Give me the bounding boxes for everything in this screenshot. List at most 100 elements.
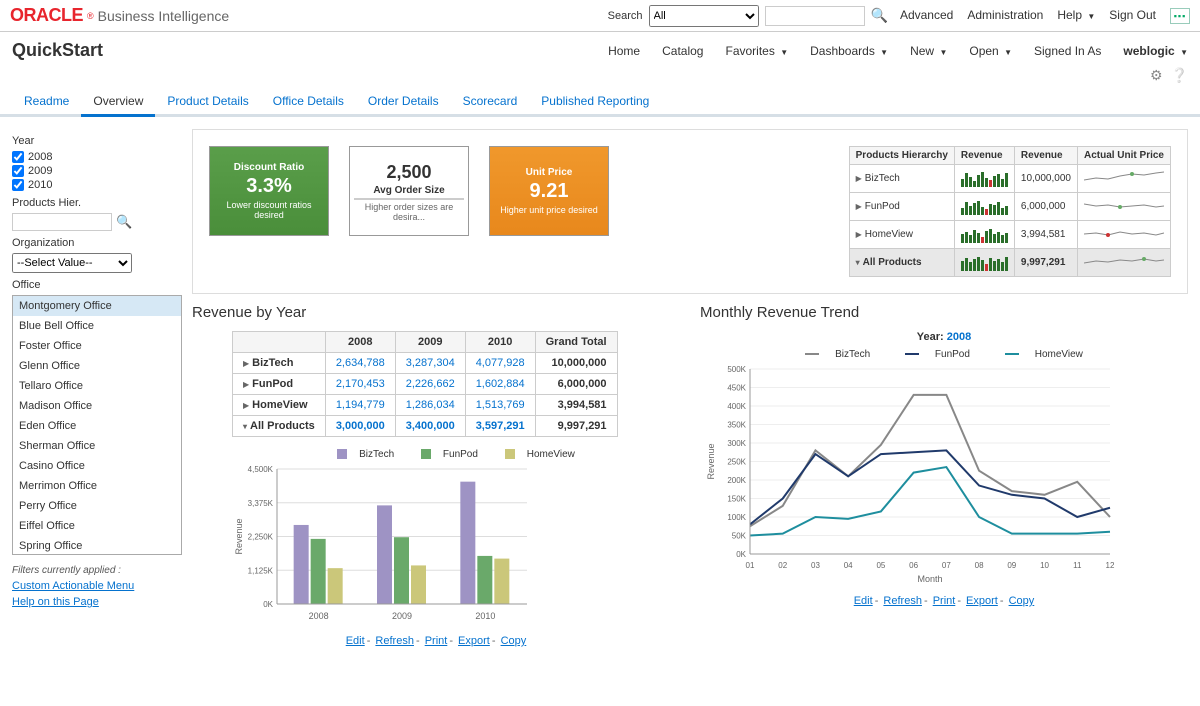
office-item[interactable]: Casino Office	[13, 456, 181, 476]
organization-select[interactable]: --Select Value--	[12, 253, 132, 273]
search-icon[interactable]: 🔍	[871, 7, 888, 24]
svg-text:2009: 2009	[392, 611, 412, 621]
nav-new[interactable]: New ▼	[910, 44, 947, 58]
expand-icon[interactable]: ▶	[856, 230, 862, 239]
products-hier-input[interactable]	[12, 213, 112, 231]
office-item[interactable]: Madison Office	[13, 396, 181, 416]
expand-icon[interactable]: ▶	[856, 202, 862, 211]
export-link[interactable]: Export	[966, 595, 998, 607]
office-item[interactable]: Blue Bell Office	[13, 316, 181, 336]
svg-text:450K: 450K	[727, 384, 746, 393]
copy-link[interactable]: Copy	[1009, 595, 1035, 607]
table-row[interactable]: ▶HomeView 3,994,581	[849, 221, 1170, 249]
collapse-icon[interactable]: ▾	[856, 258, 860, 267]
office-item[interactable]: Montgomery Office	[13, 296, 181, 316]
app-switcher-icon[interactable]: ▪▪▪	[1170, 8, 1190, 24]
tab-office-details[interactable]: Office Details	[261, 88, 356, 114]
tab-overview[interactable]: Overview	[81, 88, 155, 117]
year-2009-checkbox[interactable]: 2009	[12, 165, 182, 177]
col-2010[interactable]: 2010	[465, 332, 535, 353]
nav-favorites[interactable]: Favorites ▼	[725, 44, 788, 58]
custom-actionable-menu-link[interactable]: Custom Actionable Menu	[12, 580, 182, 592]
col-2008[interactable]: 2008	[325, 332, 395, 353]
col-revenue-bars[interactable]: Revenue	[954, 147, 1014, 165]
table-row[interactable]: ▶FunPod 6,000,000	[849, 193, 1170, 221]
refresh-link[interactable]: Refresh	[883, 595, 922, 607]
col-2009[interactable]: 2009	[395, 332, 465, 353]
tab-scorecard[interactable]: Scorecard	[451, 88, 530, 114]
office-item[interactable]: Perry Office	[13, 496, 181, 516]
copy-link[interactable]: Copy	[501, 635, 527, 647]
svg-text:11: 11	[1073, 561, 1082, 570]
table-row-total[interactable]: ▾All Products 9,997,291	[849, 249, 1170, 277]
kpi-avg-order-size[interactable]: 2,500 Avg Order Size Higher order sizes …	[349, 146, 469, 236]
year-2010-checkbox[interactable]: 2010	[12, 179, 182, 191]
edit-link[interactable]: Edit	[854, 595, 873, 607]
print-link[interactable]: Print	[425, 635, 448, 647]
col-grand-total[interactable]: Grand Total	[535, 332, 617, 353]
tab-readme[interactable]: Readme	[12, 88, 81, 114]
svg-text:1,125K: 1,125K	[248, 566, 274, 575]
svg-text:50K: 50K	[732, 532, 747, 541]
global-header: ORACLE® Business Intelligence Search All…	[0, 0, 1200, 32]
nav-open[interactable]: Open ▼	[969, 44, 1012, 58]
product-name: Business Intelligence	[98, 8, 230, 24]
search-icon[interactable]: 🔍	[116, 214, 132, 230]
page-subheader: QuickStart Home Catalog Favorites ▼ Dash…	[0, 32, 1200, 67]
svg-text:06: 06	[909, 561, 918, 570]
nav-dashboards[interactable]: Dashboards ▼	[810, 44, 888, 58]
office-item[interactable]: Eden Office	[13, 416, 181, 436]
tab-published-reporting[interactable]: Published Reporting	[529, 88, 661, 114]
gear-icon[interactable]: ⚙	[1150, 67, 1163, 84]
line-chart-svg: 0K50K100K150K200K250K300K350K400K450K500…	[700, 364, 1120, 584]
nav-catalog[interactable]: Catalog	[662, 44, 703, 58]
signed-in-label: Signed In As	[1034, 44, 1101, 58]
kpi-discount-ratio[interactable]: Discount Ratio 3.3% Lower discount ratio…	[209, 146, 329, 236]
tab-product-details[interactable]: Product Details	[155, 88, 260, 114]
office-item[interactable]: Foster Office	[13, 336, 181, 356]
col-products-hierarchy[interactable]: Products Hierarchy	[849, 147, 954, 165]
office-item[interactable]: Tellaro Office	[13, 376, 181, 396]
export-link[interactable]: Export	[458, 635, 490, 647]
tab-order-details[interactable]: Order Details	[356, 88, 451, 114]
administration-link[interactable]: Administration	[967, 8, 1043, 24]
user-menu[interactable]: weblogic ▼	[1123, 44, 1188, 58]
print-link[interactable]: Print	[933, 595, 956, 607]
office-item[interactable]: Eiffel Office	[13, 516, 181, 536]
svg-text:2,250K: 2,250K	[248, 533, 274, 542]
year-2008-checkbox[interactable]: 2008	[12, 151, 182, 163]
help-page-link[interactable]: Help on this Page	[12, 596, 182, 608]
table-row-total[interactable]: ▾All Products3,000,0003,400,0003,597,291…	[233, 416, 618, 437]
svg-text:09: 09	[1007, 561, 1016, 570]
nav-home[interactable]: Home	[608, 44, 640, 58]
advanced-link[interactable]: Advanced	[900, 8, 953, 24]
office-item[interactable]: Glenn Office	[13, 356, 181, 376]
table-row[interactable]: ▶BizTech 10,000,000	[849, 165, 1170, 193]
table-row[interactable]: ▶FunPod2,170,4532,226,6621,602,8846,000,…	[233, 374, 618, 395]
col-revenue[interactable]: Revenue	[1014, 147, 1077, 165]
svg-text:08: 08	[975, 561, 984, 570]
revenue-by-year-panel: Revenue by Year 2008 2009 2010 Grand Tot…	[192, 304, 680, 647]
office-item[interactable]: Sherman Office	[13, 436, 181, 456]
kpi-panel: Discount Ratio 3.3% Lower discount ratio…	[192, 129, 1188, 294]
table-row[interactable]: ▶BizTech2,634,7883,287,3044,077,92810,00…	[233, 353, 618, 374]
search-scope-select[interactable]: All	[649, 5, 759, 27]
panel-title: Monthly Revenue Trend	[700, 304, 1188, 321]
signout-link[interactable]: Sign Out	[1109, 8, 1156, 24]
office-item[interactable]: Merrimon Office	[13, 476, 181, 496]
svg-text:0K: 0K	[736, 550, 746, 559]
expand-icon[interactable]: ▶	[856, 174, 862, 183]
help-icon[interactable]: ❔	[1171, 67, 1188, 84]
col-unit-price[interactable]: Actual Unit Price	[1077, 147, 1170, 165]
office-list[interactable]: Montgomery Office Blue Bell Office Foste…	[12, 295, 182, 555]
organization-label: Organization	[12, 237, 182, 249]
help-link[interactable]: Help ▼	[1057, 8, 1095, 24]
refresh-link[interactable]: Refresh	[375, 635, 414, 647]
trend-year-value[interactable]: 2008	[947, 331, 971, 343]
edit-link[interactable]: Edit	[346, 635, 365, 647]
office-item[interactable]: Spring Office	[13, 536, 181, 555]
search-input[interactable]	[765, 6, 865, 26]
table-row[interactable]: ▶HomeView1,194,7791,286,0341,513,7693,99…	[233, 395, 618, 416]
kpi-unit-price[interactable]: Unit Price 9.21 Higher unit price desire…	[489, 146, 609, 236]
svg-text:07: 07	[942, 561, 951, 570]
